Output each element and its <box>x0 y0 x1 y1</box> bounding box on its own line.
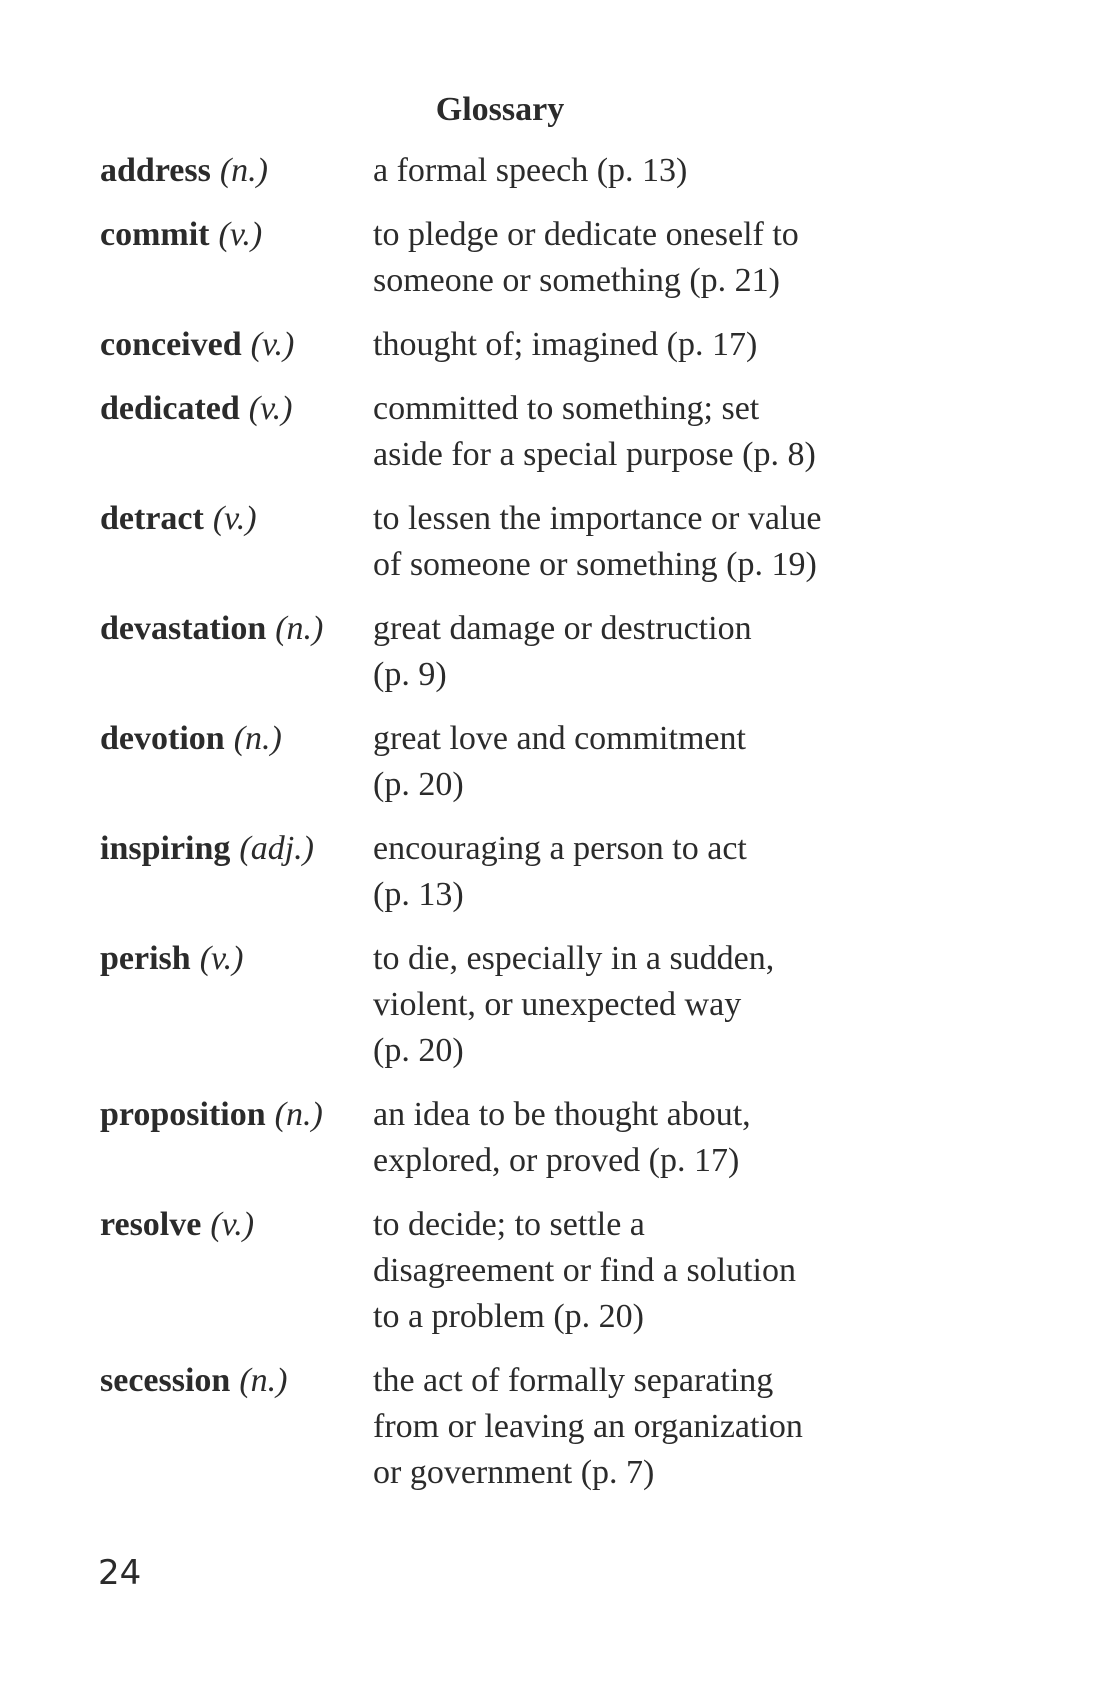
definition-line: (p. 13) <box>373 876 464 913</box>
definition: to lessen the importance or value of some… <box>373 496 913 588</box>
part-of-speech: (v.) <box>218 216 263 253</box>
definition-line: encouraging a person to act <box>373 830 747 867</box>
definition: thought of; imagined (p. 17) <box>373 322 913 368</box>
part-of-speech: (n.) <box>239 1362 288 1399</box>
term-column: resolve (v.) <box>100 1202 373 1248</box>
definition-line: someone or something (p. 21) <box>373 262 780 299</box>
definition-line: (p. 20) <box>373 766 464 803</box>
glossary-term: devastation <box>100 610 267 647</box>
definition-line: to decide; to settle a <box>373 1206 645 1243</box>
term-column: conceived (v.) <box>100 322 373 368</box>
page-title: Glossary <box>435 91 565 128</box>
part-of-speech: (v.) <box>199 940 244 977</box>
definition: to decide; to settle a disagreement or fi… <box>373 1202 913 1340</box>
definition-line: committed to something; set <box>373 390 760 427</box>
term-column: devotion (n.) <box>100 716 373 762</box>
part-of-speech: (v.) <box>250 326 295 363</box>
glossary-page: Glossary address (n.) a formal speech (p. … <box>0 0 1100 1700</box>
part-of-speech: (adj.) <box>239 830 314 867</box>
term-column: dedicated (v.) <box>100 386 373 432</box>
definition: committed to something; set aside for a s… <box>373 386 913 478</box>
glossary-entry: inspiring (adj.) encouraging a person to a… <box>100 826 950 918</box>
definition-line: an idea to be thought about, <box>373 1096 751 1133</box>
definition-line: great love and commitment <box>373 720 746 757</box>
term-column: proposition (n.) <box>100 1092 373 1138</box>
definition-line: to pledge or dedicate oneself to <box>373 216 799 253</box>
definition-line: (p. 9) <box>373 656 447 693</box>
glossary-term: secession <box>100 1362 231 1399</box>
definition-line: aside for a special purpose (p. 8) <box>373 436 816 473</box>
part-of-speech: (n.) <box>274 1096 323 1133</box>
glossary-entry: proposition (n.) an idea to be thought abo… <box>100 1092 950 1184</box>
glossary-entry: secession (n.) the act of formally separat… <box>100 1358 950 1496</box>
definition-line: disagreement or find a solution <box>373 1252 797 1289</box>
glossary-term: dedicated <box>100 390 240 427</box>
definition: to die, especially in a sudden, violent, … <box>373 936 913 1074</box>
definition: great damage or destruction (p. 9) <box>373 606 913 698</box>
definition-line: of someone or something (p. 19) <box>373 546 817 583</box>
part-of-speech: (v.) <box>210 1206 255 1243</box>
definition-line: to die, especially in a sudden, <box>373 940 775 977</box>
part-of-speech: (n.) <box>219 152 269 189</box>
glossary-term: resolve <box>100 1206 202 1243</box>
definition-line: to a problem (p. 20) <box>373 1298 644 1335</box>
part-of-speech: (n.) <box>233 720 282 757</box>
part-of-speech: (v.) <box>248 390 293 427</box>
part-of-speech: (n.) <box>275 610 324 647</box>
definition: a formal speech (p. 13) <box>373 148 913 194</box>
definition-line: great damage or destruction <box>373 610 752 647</box>
definition-line: a formal speech (p. 13) <box>373 152 688 189</box>
glossary-entry: address (n.) a formal speech (p. 13) <box>100 148 950 194</box>
term-column: commit (v.) <box>100 212 373 258</box>
glossary-entry: devotion (n.) great love and commitment (p.… <box>100 716 950 808</box>
definition: an idea to be thought about, explored, or… <box>373 1092 913 1184</box>
definition-line: (p. 20) <box>373 1032 464 1069</box>
definition: great love and commitment (p. 20) <box>373 716 913 808</box>
glossary-list: address (n.) a formal speech (p. 13) commit… <box>100 148 950 1514</box>
page-number: 24 <box>98 1553 142 1593</box>
term-column: perish (v.) <box>100 936 373 982</box>
term-column: detract (v.) <box>100 496 373 542</box>
definition: to pledge or dedicate oneself to someone … <box>373 212 913 304</box>
definition-line: the act of formally separating <box>373 1362 774 1399</box>
definition-line: to lessen the importance or value <box>373 500 822 537</box>
glossary-term: conceived <box>100 326 242 363</box>
definition-line: or government (p. 7) <box>373 1454 655 1491</box>
definition-line: explored, or proved (p. 17) <box>373 1142 740 1179</box>
glossary-term: proposition <box>100 1096 266 1133</box>
term-column: inspiring (adj.) <box>100 826 373 872</box>
glossary-entry: detract (v.) to lessen the importance or v… <box>100 496 950 588</box>
definition: the act of formally separating from or le… <box>373 1358 913 1496</box>
glossary-entry: resolve (v.) to decide; to settle a disagre… <box>100 1202 950 1340</box>
glossary-term: commit <box>100 216 210 253</box>
glossary-entry: perish (v.) to die, especially in a sudden… <box>100 936 950 1074</box>
definition: encouraging a person to act (p. 13) <box>373 826 913 918</box>
glossary-term: devotion <box>100 720 225 757</box>
definition-line: violent, or unexpected way <box>373 986 742 1023</box>
glossary-term: perish <box>100 940 191 977</box>
glossary-term: detract <box>100 500 204 537</box>
glossary-entry: dedicated (v.) committed to something; set… <box>100 386 950 478</box>
glossary-term: inspiring <box>100 830 231 867</box>
glossary-entry: conceived (v.) thought of; imagined (p. 17… <box>100 322 950 368</box>
glossary-term: address <box>100 152 211 189</box>
part-of-speech: (v.) <box>212 500 257 537</box>
term-column: devastation (n.) <box>100 606 373 652</box>
definition-line: thought of; imagined (p. 17) <box>373 326 758 363</box>
glossary-entry: devastation (n.) great damage or destructi… <box>100 606 950 698</box>
glossary-entry: commit (v.) to pledge or dedicate oneself … <box>100 212 950 304</box>
term-column: secession (n.) <box>100 1358 373 1404</box>
term-column: address (n.) <box>100 148 373 194</box>
definition-line: from or leaving an organization <box>373 1408 803 1445</box>
